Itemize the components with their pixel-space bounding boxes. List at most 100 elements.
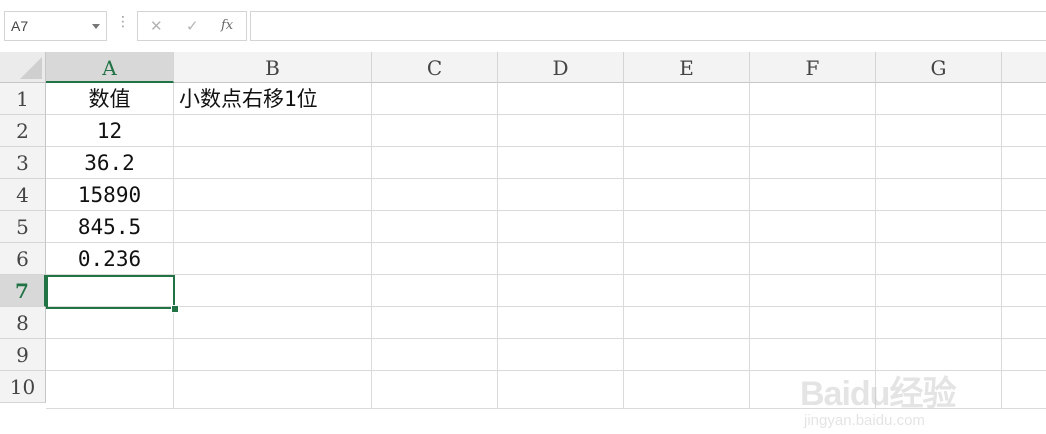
cell-d4[interactable] (498, 179, 624, 211)
cell-a3[interactable]: 36.2 (46, 147, 174, 179)
cell-f6[interactable] (750, 243, 876, 275)
cell-h2[interactable] (1002, 115, 1046, 147)
cell-f5[interactable] (750, 211, 876, 243)
cell-c6[interactable] (372, 243, 498, 275)
cell-h10[interactable] (1002, 371, 1046, 409)
row-header-10[interactable]: 10 (0, 371, 46, 403)
row-header-7[interactable]: 7 (0, 275, 46, 307)
cell-c5[interactable] (372, 211, 498, 243)
cell-d1[interactable] (498, 83, 624, 115)
row-header-8[interactable]: 8 (0, 307, 46, 339)
cell-c7[interactable] (372, 275, 498, 307)
cell-g1[interactable] (876, 83, 1002, 115)
cell-b8[interactable] (174, 307, 372, 339)
cell-g8[interactable] (876, 307, 1002, 339)
formula-input[interactable] (250, 11, 1046, 41)
cell-b4[interactable] (174, 179, 372, 211)
cell-d5[interactable] (498, 211, 624, 243)
cell-g4[interactable] (876, 179, 1002, 211)
cell-b9[interactable] (174, 339, 372, 371)
cell-e8[interactable] (624, 307, 750, 339)
cell-c10[interactable] (372, 371, 498, 409)
cell-h8[interactable] (1002, 307, 1046, 339)
column-header-f[interactable]: F (750, 52, 876, 83)
cell-e7[interactable] (624, 275, 750, 307)
cell-d8[interactable] (498, 307, 624, 339)
fill-handle[interactable] (171, 305, 179, 313)
cell-a1[interactable]: 数值 (46, 83, 174, 115)
cell-g5[interactable] (876, 211, 1002, 243)
cell-g3[interactable] (876, 147, 1002, 179)
cell-b6[interactable] (174, 243, 372, 275)
cell-e3[interactable] (624, 147, 750, 179)
row-header-1[interactable]: 1 (0, 83, 46, 115)
cell-h1[interactable] (1002, 83, 1046, 115)
cell-d10[interactable] (498, 371, 624, 409)
cell-e4[interactable] (624, 179, 750, 211)
cell-e2[interactable] (624, 115, 750, 147)
cell-a8[interactable] (46, 307, 174, 339)
cell-d6[interactable] (498, 243, 624, 275)
row-header-9[interactable]: 9 (0, 339, 46, 371)
cell-f1[interactable] (750, 83, 876, 115)
cell-b1[interactable]: 小数点右移1位 (174, 83, 372, 115)
cell-h5[interactable] (1002, 211, 1046, 243)
cell-g7[interactable] (876, 275, 1002, 307)
column-header-c[interactable]: C (372, 52, 498, 83)
cell-e10[interactable] (624, 371, 750, 409)
cell-d9[interactable] (498, 339, 624, 371)
cell-b3[interactable] (174, 147, 372, 179)
cell-c1[interactable] (372, 83, 498, 115)
select-all-button[interactable] (0, 52, 46, 83)
cancel-icon[interactable]: ✕ (150, 17, 163, 35)
cell-g2[interactable] (876, 115, 1002, 147)
cell-a6[interactable]: 0.236 (46, 243, 174, 275)
column-header-d[interactable]: D (498, 52, 624, 83)
cell-h6[interactable] (1002, 243, 1046, 275)
row-header-2[interactable]: 2 (0, 115, 46, 147)
cell-b2[interactable] (174, 115, 372, 147)
chevron-down-icon[interactable] (92, 24, 100, 29)
column-header-g[interactable]: G (876, 52, 1002, 83)
cell-h4[interactable] (1002, 179, 1046, 211)
row-header-5[interactable]: 5 (0, 211, 46, 243)
cell-b7[interactable] (174, 275, 372, 307)
row-header-4[interactable]: 4 (0, 179, 46, 211)
row-header-3[interactable]: 3 (0, 147, 46, 179)
cell-g6[interactable] (876, 243, 1002, 275)
column-header-e[interactable]: E (624, 52, 750, 83)
cell-c3[interactable] (372, 147, 498, 179)
cell-a9[interactable] (46, 339, 174, 371)
more-options-icon[interactable]: ⋮ (116, 14, 130, 30)
cell-c9[interactable] (372, 339, 498, 371)
cell-h9[interactable] (1002, 339, 1046, 371)
cell-a4[interactable]: 15890 (46, 179, 174, 211)
cell-e9[interactable] (624, 339, 750, 371)
column-header-b[interactable]: B (174, 52, 372, 83)
cell-d3[interactable] (498, 147, 624, 179)
row-header-6[interactable]: 6 (0, 243, 46, 275)
cell-b5[interactable] (174, 211, 372, 243)
cell-b10[interactable] (174, 371, 372, 409)
cell-f2[interactable] (750, 115, 876, 147)
cell-f7[interactable] (750, 275, 876, 307)
cell-f8[interactable] (750, 307, 876, 339)
column-header-a[interactable]: A (46, 52, 174, 83)
cell-e1[interactable] (624, 83, 750, 115)
cell-d7[interactable] (498, 275, 624, 307)
cell-a10[interactable] (46, 371, 174, 409)
insert-function-icon[interactable]: fx (221, 18, 233, 33)
cell-c8[interactable] (372, 307, 498, 339)
cell-h3[interactable] (1002, 147, 1046, 179)
check-icon[interactable]: ✓ (186, 17, 199, 35)
cell-e6[interactable] (624, 243, 750, 275)
cell-a5[interactable]: 845.5 (46, 211, 174, 243)
cell-e5[interactable] (624, 211, 750, 243)
cell-c4[interactable] (372, 179, 498, 211)
cell-a7[interactable] (46, 275, 174, 307)
cell-d2[interactable] (498, 115, 624, 147)
cell-h7[interactable] (1002, 275, 1046, 307)
column-header-next[interactable] (1002, 52, 1046, 83)
cell-f4[interactable] (750, 179, 876, 211)
cell-a2[interactable]: 12 (46, 115, 174, 147)
